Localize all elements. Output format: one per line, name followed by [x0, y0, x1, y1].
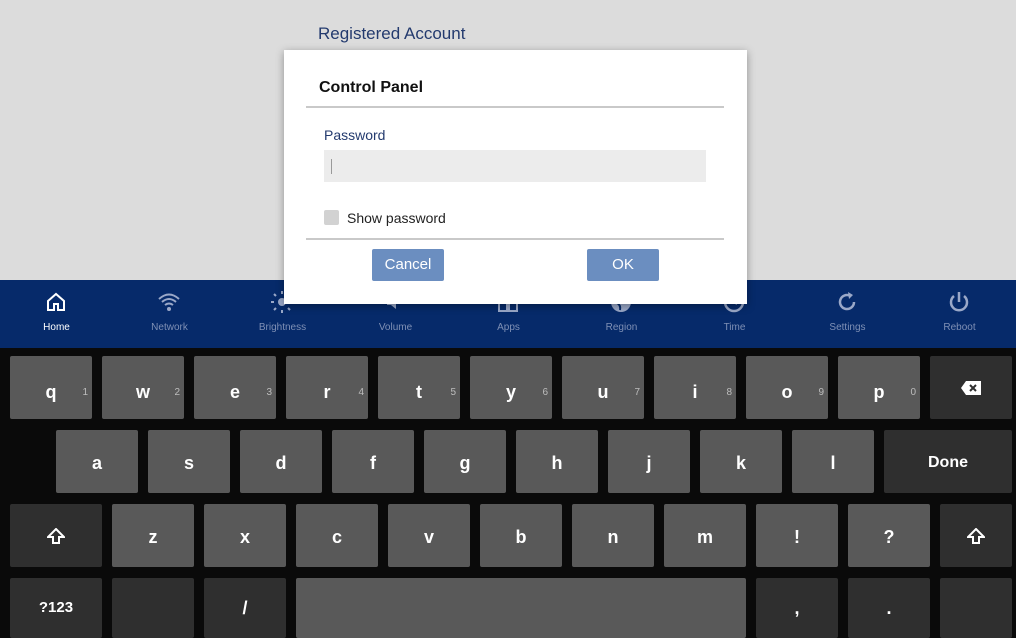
nav-label: Network: [151, 322, 188, 333]
text-caret: [331, 159, 332, 174]
key-hint: 3: [266, 387, 272, 398]
spacebar[interactable]: [296, 578, 746, 638]
key-hint: 1: [82, 387, 88, 398]
shift-icon: [47, 528, 65, 544]
home-icon: [47, 292, 65, 311]
key-j[interactable]: j: [608, 430, 690, 493]
refresh-icon: [838, 292, 856, 311]
password-label: Password: [324, 127, 386, 143]
nav-label: Volume: [378, 322, 413, 333]
show-password-label[interactable]: Show password: [347, 210, 446, 226]
dialog-title: Control Panel: [319, 79, 424, 96]
control-panel-dialog: Control Panel Password Show password Can…: [284, 50, 747, 304]
backspace-key[interactable]: [930, 356, 1012, 419]
divider: [306, 106, 724, 108]
key-u[interactable]: u7: [562, 356, 644, 419]
blank-key-right[interactable]: [940, 578, 1012, 638]
key-t[interactable]: t5: [378, 356, 460, 419]
nav-item-settings[interactable]: Settings: [791, 280, 904, 348]
nav-label: Apps: [497, 322, 520, 333]
nav-item-home[interactable]: Home: [0, 280, 113, 348]
key-v[interactable]: v: [388, 504, 470, 567]
key-l[interactable]: l: [792, 430, 874, 493]
key-a[interactable]: a: [56, 430, 138, 493]
key-question[interactable]: ?: [848, 504, 930, 567]
shift-key-left[interactable]: [10, 504, 102, 567]
cancel-button[interactable]: Cancel: [372, 249, 444, 281]
nav-label: Time: [723, 322, 746, 333]
key-hint: 7: [634, 387, 640, 398]
key-o[interactable]: o9: [746, 356, 828, 419]
key-d[interactable]: d: [240, 430, 322, 493]
done-key[interactable]: Done: [884, 430, 1012, 493]
nav-label: Home: [43, 322, 70, 333]
ok-button[interactable]: OK: [587, 249, 659, 281]
key-hint: 5: [450, 387, 456, 398]
key-k[interactable]: k: [700, 430, 782, 493]
key-label: r: [323, 382, 331, 402]
symbols-key[interactable]: ?123: [10, 578, 102, 638]
key-p[interactable]: p0: [838, 356, 920, 419]
power-icon: [949, 292, 969, 312]
key-hint: 8: [726, 387, 732, 398]
nav-label: Brightness: [258, 322, 307, 333]
key-m[interactable]: m: [664, 504, 746, 567]
nav-item-network[interactable]: Network: [113, 280, 226, 348]
key-f[interactable]: f: [332, 430, 414, 493]
key-label: u: [597, 382, 609, 402]
key-i[interactable]: i8: [654, 356, 736, 419]
key-exclamation[interactable]: !: [756, 504, 838, 567]
nav-label: Region: [605, 322, 638, 333]
key-z[interactable]: z: [112, 504, 194, 567]
key-n[interactable]: n: [572, 504, 654, 567]
key-e[interactable]: e3: [194, 356, 276, 419]
key-b[interactable]: b: [480, 504, 562, 567]
blank-key[interactable]: [112, 578, 194, 638]
key-x[interactable]: x: [204, 504, 286, 567]
key-label: w: [135, 382, 150, 402]
shift-key-right[interactable]: [940, 504, 1012, 567]
key-label: e: [229, 382, 240, 402]
onscreen-keyboard: q1 w2 e3 r4 t5 y6 u7 i8 o9 p0 a s d f g …: [0, 348, 1016, 638]
nav-item-reboot[interactable]: Reboot: [903, 280, 1016, 348]
nav-label: Settings: [829, 322, 866, 333]
backspace-icon: [961, 381, 981, 395]
key-label: y: [505, 382, 516, 402]
key-label: q: [45, 382, 57, 402]
key-hint: 4: [358, 387, 364, 398]
key-y[interactable]: y6: [470, 356, 552, 419]
key-label: o: [781, 382, 793, 402]
divider: [306, 238, 724, 240]
key-comma[interactable]: ,: [756, 578, 838, 638]
key-label: i: [692, 382, 698, 402]
show-password-checkbox[interactable]: [324, 210, 339, 225]
key-label: p: [873, 382, 885, 402]
key-label: t: [416, 382, 422, 402]
key-hint: 0: [910, 387, 916, 398]
key-s[interactable]: s: [148, 430, 230, 493]
key-h[interactable]: h: [516, 430, 598, 493]
key-slash[interactable]: /: [204, 578, 286, 638]
nav-label: Reboot: [943, 322, 976, 333]
key-g[interactable]: g: [424, 430, 506, 493]
key-period[interactable]: .: [848, 578, 930, 638]
key-q[interactable]: q1: [10, 356, 92, 419]
registered-account-title: Registered Account: [318, 24, 466, 43]
shift-icon: [967, 528, 985, 544]
wifi-icon: [158, 293, 180, 311]
password-input[interactable]: [324, 150, 706, 182]
key-r[interactable]: r4: [286, 356, 368, 419]
key-hint: 2: [174, 387, 180, 398]
key-hint: 6: [542, 387, 548, 398]
key-w[interactable]: w2: [102, 356, 184, 419]
key-hint: 9: [818, 387, 824, 398]
key-c[interactable]: c: [296, 504, 378, 567]
